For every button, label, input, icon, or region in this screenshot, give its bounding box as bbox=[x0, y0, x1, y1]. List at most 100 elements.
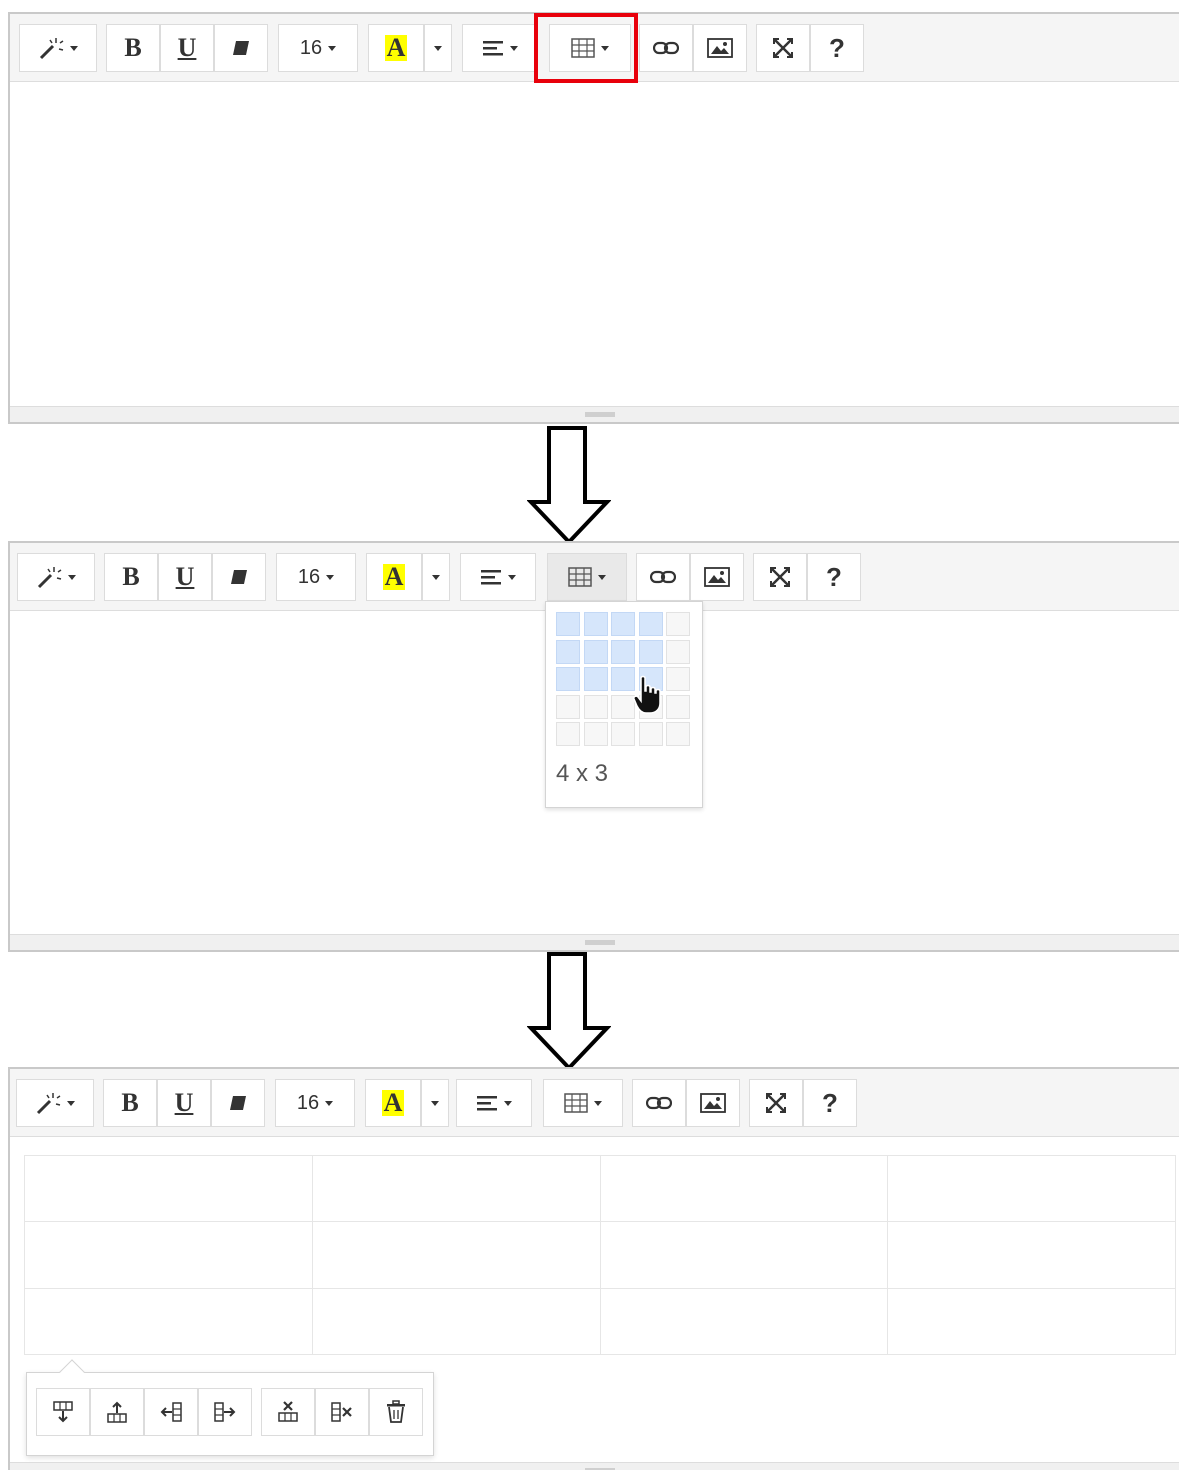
bold-button[interactable]: B bbox=[104, 553, 158, 601]
add-column-left-button[interactable] bbox=[144, 1388, 198, 1436]
delete-column-button[interactable] bbox=[315, 1388, 369, 1436]
help-button[interactable]: ? bbox=[803, 1079, 857, 1127]
picker-cell[interactable] bbox=[666, 694, 690, 719]
picker-cell[interactable] bbox=[611, 722, 635, 746]
font-color-button[interactable]: A bbox=[366, 553, 422, 601]
table-row bbox=[24, 1287, 1176, 1356]
picker-cell[interactable] bbox=[666, 667, 690, 691]
underline-button[interactable]: U bbox=[158, 553, 212, 601]
delete-row-button[interactable] bbox=[261, 1388, 315, 1436]
font-color-button[interactable]: A bbox=[368, 24, 424, 72]
toolbar: B U 16 A ? bbox=[10, 1069, 1179, 1137]
add-row-above-button[interactable] bbox=[90, 1388, 144, 1436]
help-button[interactable]: ? bbox=[810, 24, 864, 72]
table-cell[interactable] bbox=[311, 1221, 601, 1289]
grip-icon bbox=[585, 940, 615, 945]
picker-cell[interactable] bbox=[556, 694, 580, 719]
font-size-dropdown[interactable]: 16 bbox=[275, 1079, 355, 1127]
resize-handle[interactable] bbox=[10, 934, 1179, 950]
image-button[interactable] bbox=[686, 1079, 740, 1127]
picker-cell[interactable] bbox=[611, 639, 635, 664]
table-cell[interactable] bbox=[311, 1154, 601, 1223]
table-cell[interactable] bbox=[311, 1287, 601, 1356]
style-button[interactable] bbox=[19, 24, 97, 72]
style-button[interactable] bbox=[17, 553, 95, 601]
link-button[interactable] bbox=[632, 1079, 686, 1127]
picker-cell[interactable] bbox=[556, 722, 580, 746]
font-color-dropdown[interactable] bbox=[424, 24, 452, 72]
font-color-dropdown[interactable] bbox=[421, 1079, 449, 1127]
table-dropdown[interactable] bbox=[547, 553, 627, 601]
editor-step-3: B U 16 A ? bbox=[8, 1067, 1179, 1470]
grip-icon bbox=[585, 412, 615, 417]
picker-cell[interactable] bbox=[583, 639, 608, 664]
table-cell[interactable] bbox=[887, 1221, 1176, 1289]
magic-wand-icon bbox=[35, 1090, 61, 1116]
table-popover bbox=[26, 1359, 434, 1456]
font-color-button[interactable]: A bbox=[365, 1079, 421, 1127]
font-color-dropdown[interactable] bbox=[422, 553, 450, 601]
resize-handle[interactable] bbox=[10, 406, 1179, 422]
fullscreen-button[interactable] bbox=[749, 1079, 803, 1127]
table-cell[interactable] bbox=[599, 1221, 889, 1289]
align-dropdown[interactable] bbox=[460, 553, 536, 601]
picker-cell[interactable] bbox=[638, 639, 663, 664]
clear-format-button[interactable] bbox=[212, 553, 266, 601]
picker-cell[interactable] bbox=[666, 612, 690, 636]
arrow-down-icon bbox=[527, 952, 611, 1071]
picker-cell[interactable] bbox=[556, 667, 580, 691]
picker-cell[interactable] bbox=[638, 612, 663, 636]
font-size-dropdown[interactable]: 16 bbox=[276, 553, 356, 601]
chevron-down-icon bbox=[70, 45, 78, 51]
fullscreen-button[interactable] bbox=[756, 24, 810, 72]
align-dropdown[interactable] bbox=[456, 1079, 532, 1127]
link-button[interactable] bbox=[636, 553, 690, 601]
align-icon bbox=[476, 1094, 498, 1112]
eraser-icon bbox=[231, 39, 251, 57]
link-button[interactable] bbox=[639, 24, 693, 72]
picker-cell[interactable] bbox=[583, 694, 608, 719]
picture-icon bbox=[704, 567, 730, 587]
table-cell[interactable] bbox=[24, 1287, 313, 1356]
picker-cell[interactable] bbox=[666, 722, 690, 746]
chevron-down-icon bbox=[326, 574, 335, 580]
table-cell[interactable] bbox=[599, 1287, 889, 1356]
clear-format-button[interactable] bbox=[211, 1079, 265, 1127]
style-button[interactable] bbox=[16, 1079, 94, 1127]
picker-cell[interactable] bbox=[556, 639, 580, 664]
underline-button[interactable]: U bbox=[160, 24, 214, 72]
table-dropdown[interactable] bbox=[543, 1079, 623, 1127]
table-cell[interactable] bbox=[887, 1287, 1176, 1356]
align-dropdown[interactable] bbox=[462, 24, 538, 72]
help-button[interactable]: ? bbox=[807, 553, 861, 601]
bold-button[interactable]: B bbox=[106, 24, 160, 72]
picture-icon bbox=[707, 38, 733, 58]
picker-cell[interactable] bbox=[666, 639, 690, 664]
add-column-right-button[interactable] bbox=[198, 1388, 252, 1436]
image-button[interactable] bbox=[693, 24, 747, 72]
fullscreen-icon bbox=[772, 37, 794, 59]
font-size-dropdown[interactable]: 16 bbox=[278, 24, 358, 72]
table-cell[interactable] bbox=[24, 1221, 313, 1289]
trash-icon bbox=[385, 1400, 407, 1424]
chevron-down-icon bbox=[431, 1100, 439, 1106]
table-cell[interactable] bbox=[887, 1154, 1176, 1223]
bold-button[interactable]: B bbox=[103, 1079, 157, 1127]
eraser-icon bbox=[228, 1094, 248, 1112]
underline-button[interactable]: U bbox=[157, 1079, 211, 1127]
table-cell[interactable] bbox=[599, 1154, 889, 1223]
fullscreen-button[interactable] bbox=[753, 553, 807, 601]
resize-handle[interactable] bbox=[10, 1462, 1179, 1470]
picker-cell[interactable] bbox=[583, 612, 608, 636]
image-button[interactable] bbox=[690, 553, 744, 601]
picker-cell[interactable] bbox=[583, 667, 608, 691]
table-cell[interactable] bbox=[24, 1154, 313, 1223]
picker-cell[interactable] bbox=[611, 612, 635, 636]
add-row-below-button[interactable] bbox=[36, 1388, 90, 1436]
picker-cell[interactable] bbox=[583, 722, 608, 746]
clear-format-button[interactable] bbox=[214, 24, 268, 72]
picker-cell[interactable] bbox=[638, 722, 663, 746]
picker-cell[interactable] bbox=[556, 612, 580, 636]
table-grid-icon bbox=[568, 567, 592, 587]
delete-table-button[interactable] bbox=[369, 1388, 423, 1436]
